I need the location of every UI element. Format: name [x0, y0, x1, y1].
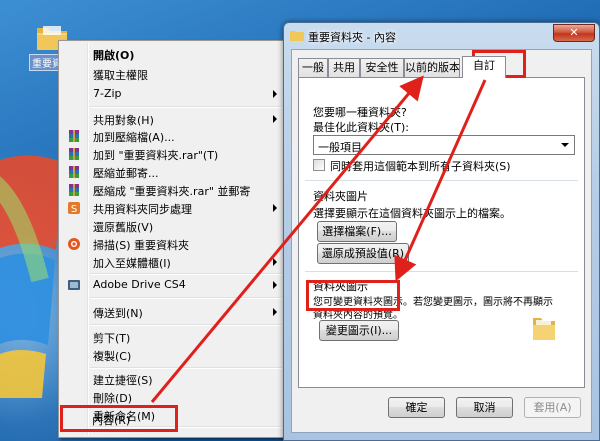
folder-pictures-desc: 選擇要顯示在這個資料夾圖示上的檔案。 [313, 207, 511, 220]
apply-subfolders-checkbox[interactable] [313, 159, 325, 171]
winrar-icon [69, 184, 79, 196]
menu-item-label: 複製(C) [93, 350, 132, 363]
menu-item-label: 傳送到(N) [93, 307, 143, 320]
menu-separator [90, 297, 282, 299]
tab-bar: 一般 共用 安全性 以前的版本 自訂 [298, 56, 585, 78]
folder-icon [290, 31, 304, 41]
context-menu: 開啟(O) 獲取主權限 7-Zip 共用對象(H) 加到壓縮檔(A)... 加到… [58, 40, 286, 438]
properties-dialog: 重要資料夾 - 內容 ✕ 一般 共用 安全性 以前的版本 自訂 您要哪一種資料夾… [283, 22, 600, 441]
menu-item-label: 加入至媒體櫃(I) [93, 257, 171, 270]
dialog-title: 重要資料夾 - 內容 [308, 31, 396, 44]
apply-subfolders-label: 同時套用這個範本到所有子資料夾(S) [330, 160, 511, 173]
highlight-change-icon-box [306, 280, 400, 311]
folder-preview-icon [533, 318, 555, 340]
customize-panel: 您要哪一種資料夾? 最佳化此資料夾(T): 一般項目 同時套用這個範本到所有子資… [298, 77, 585, 388]
menu-item-label: 掃描(S) 重要資料夾 [93, 239, 190, 252]
menu-item-label: 壓縮成 "重要資料夾.rar" 並郵寄 [93, 185, 251, 198]
choose-file-button[interactable]: 選擇檔案(F)... [317, 221, 397, 242]
section-divider [305, 271, 578, 272]
menu-item-send-to[interactable]: 傳送到(N) [61, 302, 283, 322]
folder-type-heading: 您要哪一種資料夾? [313, 106, 407, 119]
submenu-arrow-icon [273, 281, 277, 289]
menu-item-add-to-rar[interactable]: 加到 "重要資料夾.rar"(T) [61, 144, 283, 164]
tab-sharing[interactable]: 共用 [328, 58, 360, 77]
optimize-label: 最佳化此資料夾(T): [313, 121, 410, 134]
menu-item-adobe-drive[interactable]: Adobe Drive CS4 [61, 275, 283, 295]
optimize-select[interactable]: 一般項目 [313, 135, 575, 155]
ok-button[interactable]: 確定 [388, 397, 445, 418]
menu-item-label: 壓縮並郵寄... [93, 167, 159, 180]
menu-item-open[interactable]: 開啟(O) [61, 44, 283, 64]
chevron-down-icon [561, 143, 569, 147]
menu-item-compress-rar-email[interactable]: 壓縮成 "重要資料夾.rar" 並郵寄 [61, 180, 283, 200]
menu-item-create-shortcut[interactable]: 建立捷徑(S) [61, 369, 283, 389]
menu-item-compress-email[interactable]: 壓縮並郵寄... [61, 162, 283, 182]
winrar-icon [69, 148, 79, 160]
menu-item-label: Adobe Drive CS4 [93, 278, 186, 291]
submenu-arrow-icon [273, 308, 277, 316]
optimize-select-value: 一般項目 [318, 141, 362, 154]
apply-button[interactable]: 套用(A) [524, 397, 581, 418]
menu-item-label: 刪除(D) [93, 392, 133, 405]
highlight-properties-box [60, 405, 178, 432]
menu-item-delete[interactable]: 刪除(D) [61, 387, 283, 407]
menu-item-7zip[interactable]: 7-Zip [61, 84, 283, 104]
tab-previous-versions[interactable]: 以前的版本 [404, 58, 460, 77]
winrar-icon [69, 130, 79, 142]
menu-separator [90, 324, 282, 326]
menu-item-add-to-archive[interactable]: 加到壓縮檔(A)... [61, 126, 283, 146]
menu-item-label: 加到壓縮檔(A)... [93, 131, 175, 144]
menu-item-label: 建立捷徑(S) [93, 374, 153, 387]
restore-default-button[interactable]: 還原成預設值(R) [317, 243, 409, 264]
menu-item-add-to-library[interactable]: 加入至媒體櫃(I) [61, 252, 283, 272]
submenu-arrow-icon [273, 90, 277, 98]
menu-item-label: 加到 "重要資料夾.rar"(T) [93, 149, 219, 162]
menu-item-shared-folder-sync[interactable]: S 共用資料夾同步處理 [61, 198, 283, 218]
cancel-button[interactable]: 取消 [456, 397, 513, 418]
antivirus-icon [68, 238, 80, 250]
menu-item-copy[interactable]: 複製(C) [61, 345, 283, 365]
submenu-arrow-icon [273, 258, 277, 266]
tab-general[interactable]: 一般 [298, 58, 328, 77]
menu-item-label: 共用資料夾同步處理 [93, 203, 192, 216]
menu-item-take-ownership[interactable]: 獲取主權限 [61, 64, 283, 84]
menu-item-scan[interactable]: 掃描(S) 重要資料夾 [61, 234, 283, 254]
close-button[interactable]: ✕ [553, 24, 595, 42]
folder-pictures-heading: 資料夾圖片 [313, 190, 368, 203]
submenu-arrow-icon [273, 115, 277, 123]
tab-customize[interactable]: 自訂 [462, 56, 506, 78]
section-divider [305, 180, 578, 181]
menu-item-label: 獲取主權限 [93, 69, 148, 82]
change-icon-button[interactable]: 變更圖示(I)... [319, 320, 399, 341]
adobe-drive-icon [68, 280, 80, 290]
menu-item-cut[interactable]: 剪下(T) [61, 327, 283, 347]
tab-security[interactable]: 安全性 [360, 58, 404, 77]
sync-icon: S [68, 202, 80, 215]
winrar-icon [69, 166, 79, 178]
menu-item-restore-previous[interactable]: 還原舊版(V) [61, 216, 283, 236]
menu-item-label: 還原舊版(V) [93, 221, 154, 234]
menu-item-label: 7-Zip [93, 87, 122, 100]
dialog-body: 一般 共用 安全性 以前的版本 自訂 您要哪一種資料夾? 最佳化此資料夾(T):… [291, 49, 592, 433]
submenu-arrow-icon [273, 204, 277, 212]
menu-item-label: 剪下(T) [93, 332, 131, 345]
menu-item-label: 開啟(O) [93, 49, 135, 62]
menu-separator [90, 106, 282, 108]
svg-text:S: S [71, 204, 77, 215]
